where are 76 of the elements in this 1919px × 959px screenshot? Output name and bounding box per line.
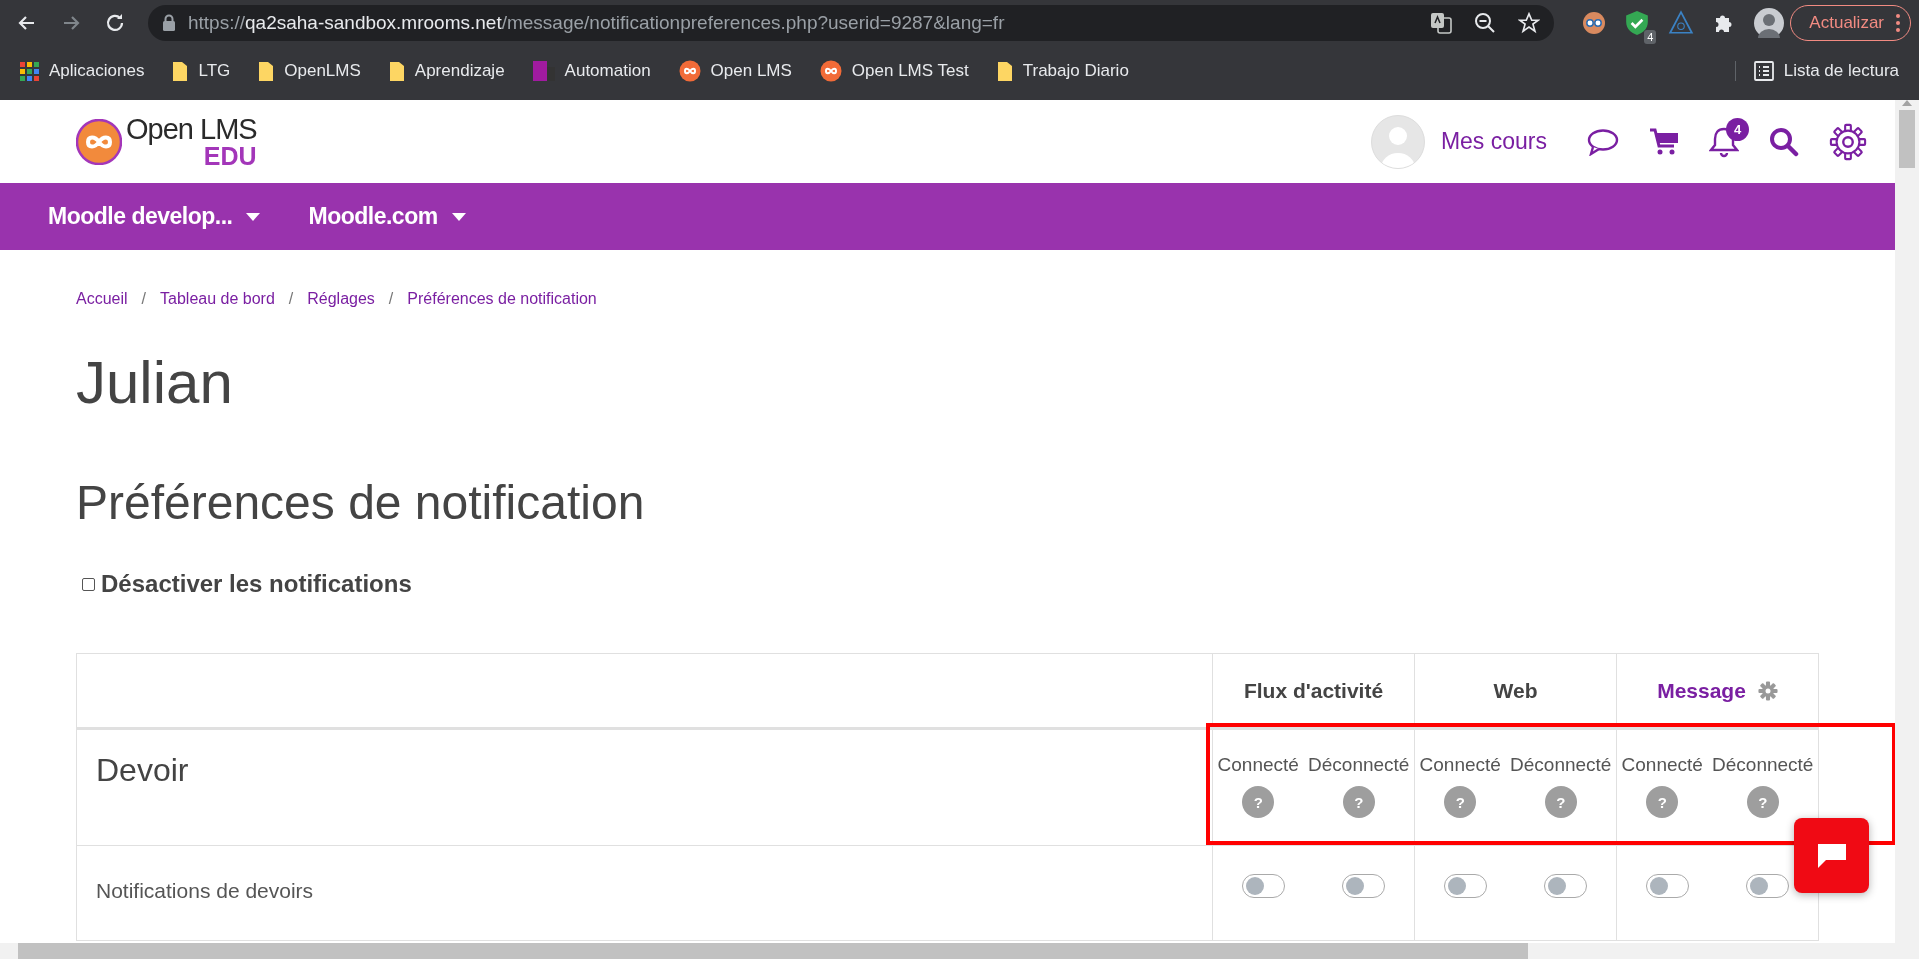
section-title: Préférences de notification <box>76 475 646 530</box>
component-title: Devoir <box>95 751 190 789</box>
breadcrumb-link[interactable]: Préférences de notification <box>407 290 597 308</box>
state-label: Déconnecté <box>1510 754 1612 776</box>
zoom-out-icon[interactable] <box>1474 12 1497 34</box>
notification-badge: 4 <box>1726 117 1749 141</box>
state-label: Connecté <box>1217 754 1299 776</box>
bookmark[interactable]: Aprendizaje <box>388 60 505 82</box>
state-label: Connecté <box>1419 754 1501 776</box>
folder-icon <box>388 60 405 82</box>
bookmark[interactable]: Aplicaciones <box>20 61 145 81</box>
face-extension-icon[interactable] <box>1582 11 1607 35</box>
logo-text[interactable]: Open LMS <box>126 114 257 144</box>
profile-avatar[interactable] <box>1754 8 1785 38</box>
list-icon <box>1753 61 1774 81</box>
bookmark[interactable]: Open LMS Test <box>819 60 969 82</box>
translate-icon[interactable] <box>1430 12 1453 34</box>
cart-icon[interactable] <box>1649 127 1679 156</box>
toggle-switch[interactable] <box>1342 874 1386 898</box>
folder-icon <box>996 60 1013 82</box>
checkbox[interactable] <box>82 577 95 591</box>
star-icon[interactable] <box>1518 12 1541 34</box>
bookmark[interactable]: OpenLMS <box>258 60 361 82</box>
bookmark[interactable]: Open LMS <box>678 60 792 82</box>
breadcrumb-link[interactable]: Réglages <box>307 290 375 308</box>
more-icon[interactable] <box>1896 14 1900 32</box>
address-bar[interactable]: https://qa2saha-sandbox.mrooms.net/message/notificationpreferences.php?userid=9287&lang=fr <box>148 5 1555 41</box>
state-label: Déconnecté <box>1712 754 1814 776</box>
scroll-thumb[interactable] <box>18 943 1528 959</box>
bookmark[interactable]: LTG <box>172 60 231 82</box>
column-header: Web <box>1493 678 1538 703</box>
breadcrumb-separator: / <box>388 290 394 308</box>
ltg-logo-icon <box>532 61 555 81</box>
setting-label: Notifications de devoirs <box>95 878 315 903</box>
toggle-switch[interactable] <box>1443 874 1487 898</box>
bookmark[interactable]: Trabajo Diario <box>996 60 1129 82</box>
page-title: Julian <box>76 348 234 417</box>
folder-icon <box>172 60 189 82</box>
speech-bubble-icon[interactable] <box>1587 127 1619 156</box>
extension-badge: 4 <box>1644 30 1657 44</box>
toggle-switch[interactable] <box>1746 874 1790 898</box>
nav-menu-item[interactable]: Moodle develop... <box>48 203 261 230</box>
breadcrumb-link[interactable]: Tableau de bord <box>160 290 275 308</box>
infinity-logo-icon[interactable] <box>76 118 122 165</box>
state-label: Déconnecté <box>1308 754 1410 776</box>
url-text: https://qa2saha-sandbox.mrooms.net/message/notificationpreferences.php?userid=9287&lang=fr <box>188 12 1006 34</box>
settings-icon[interactable] <box>1829 122 1867 161</box>
speech-bubble-icon <box>1815 841 1848 870</box>
infinity-logo-icon <box>678 60 701 82</box>
toggle-switch[interactable] <box>1544 874 1588 898</box>
caret-icon <box>246 212 261 221</box>
folder-icon <box>258 60 275 82</box>
checkbox-label[interactable]: Désactiver les notifications <box>101 570 412 598</box>
vertical-scrollbar[interactable] <box>1895 100 1919 943</box>
lock-icon[interactable] <box>162 14 176 32</box>
state-label: Connecté <box>1621 754 1703 776</box>
reading-list-button[interactable]: Lista de lectura <box>1734 61 1899 81</box>
triangle-icon[interactable] <box>1668 10 1695 36</box>
caret-icon <box>451 212 466 221</box>
apps-grid-icon <box>20 61 39 81</box>
breadcrumb-separator: / <box>141 290 147 308</box>
breadcrumb-link[interactable]: Accueil <box>76 290 128 308</box>
column-header: Flux d'activité <box>1243 678 1384 703</box>
my-courses-link[interactable]: Mes cours <box>1440 128 1547 155</box>
bookmark[interactable]: Automation <box>532 61 651 81</box>
infinity-logo-icon <box>819 60 842 82</box>
column-header-link[interactable]: Message <box>1657 678 1746 703</box>
scroll-thumb[interactable] <box>1899 110 1915 168</box>
toggle-switch[interactable] <box>1645 874 1689 898</box>
nav-menu-item[interactable]: Moodle.com <box>308 203 466 230</box>
search-icon[interactable] <box>1769 126 1799 157</box>
horizontal-scrollbar[interactable] <box>0 943 1919 959</box>
chat-button[interactable] <box>1794 818 1869 893</box>
logo-subtitle[interactable]: EDU <box>203 143 257 169</box>
toggle-switch[interactable] <box>1241 874 1285 898</box>
breadcrumb-separator: / <box>288 290 294 308</box>
